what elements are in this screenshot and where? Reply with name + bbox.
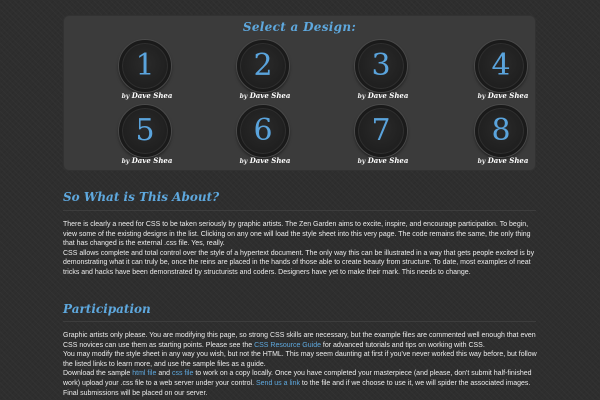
author-name[interactable]: Dave Shea — [132, 91, 173, 100]
send-us-a-link[interactable]: Send us a link — [256, 380, 300, 387]
participation-paragraph-3: Download the sample html file and css fi… — [63, 369, 543, 398]
design-tile-2[interactable]: 2 by Dave Shea — [216, 40, 300, 108]
participation-heading: Participation — [63, 302, 151, 316]
participation-divider — [63, 321, 536, 322]
participation-paragraph-1: Graphic artists only please. You are mod… — [63, 331, 543, 350]
design-author-credit: by Dave Shea — [98, 156, 196, 165]
design-tile-1[interactable]: 1 by Dave Shea — [98, 40, 182, 108]
design-author-credit: by Dave Shea — [98, 91, 196, 100]
by-label: by — [477, 93, 486, 100]
participation-text-segment: and — [156, 370, 172, 378]
css-file-link[interactable]: css file — [172, 370, 193, 377]
design-author-credit: by Dave Shea — [334, 156, 432, 165]
by-label: by — [239, 158, 248, 165]
design-selector-title: Select a Design: — [242, 20, 357, 34]
about-text: There is clearly a need for CSS to be ta… — [63, 220, 543, 278]
design-badge[interactable]: 6 — [237, 105, 289, 157]
design-author-credit: by Dave Shea — [454, 91, 552, 100]
about-paragraph-2: CSS allows complete and total control ov… — [63, 249, 535, 276]
by-label: by — [477, 158, 486, 165]
css-resource-guide-link[interactable]: CSS Resource Guide — [254, 342, 321, 349]
design-number: 4 — [491, 48, 511, 83]
design-tile-4[interactable]: 4 by Dave Shea — [454, 40, 538, 108]
design-author-credit: by Dave Shea — [334, 91, 432, 100]
design-tile-8[interactable]: 8 by Dave Shea — [454, 105, 538, 173]
design-tile-7[interactable]: 7 by Dave Shea — [334, 105, 418, 173]
design-number: 6 — [253, 113, 273, 148]
author-name[interactable]: Dave Shea — [250, 156, 291, 165]
design-badge[interactable]: 2 — [237, 40, 289, 92]
design-badge[interactable]: 8 — [475, 105, 527, 157]
design-author-credit: by Dave Shea — [216, 91, 314, 100]
design-number: 8 — [491, 113, 511, 148]
design-author-credit: by Dave Shea — [454, 156, 552, 165]
design-tile-5[interactable]: 5 by Dave Shea — [98, 105, 182, 173]
design-selector-panel: Select a Design: 1 by Dave Shea 2 by Dav… — [63, 15, 536, 171]
design-number: 3 — [371, 48, 391, 83]
by-label: by — [121, 93, 130, 100]
by-label: by — [357, 158, 366, 165]
design-badge[interactable]: 5 — [119, 105, 171, 157]
author-name[interactable]: Dave Shea — [368, 156, 409, 165]
design-tile-3[interactable]: 3 by Dave Shea — [334, 40, 418, 108]
design-number: 1 — [135, 48, 155, 83]
design-badge[interactable]: 1 — [119, 40, 171, 92]
design-number: 7 — [371, 113, 391, 148]
design-badge[interactable]: 3 — [355, 40, 407, 92]
author-name[interactable]: Dave Shea — [488, 91, 529, 100]
participation-text-segment: Download the sample — [63, 370, 133, 378]
author-name[interactable]: Dave Shea — [250, 91, 291, 100]
about-paragraph-1: There is clearly a need for CSS to be ta… — [63, 221, 531, 248]
author-name[interactable]: Dave Shea — [368, 91, 409, 100]
design-tile-6[interactable]: 6 by Dave Shea — [216, 105, 300, 173]
by-label: by — [357, 93, 366, 100]
participation-paragraph-2: You may modify the style sheet in any wa… — [63, 351, 537, 368]
about-heading: So What is This About? — [63, 190, 220, 204]
by-label: by — [121, 158, 130, 165]
participation-text-segment: for advanced tutorials and tips on worki… — [320, 341, 485, 349]
html-file-link[interactable]: html file — [132, 370, 156, 377]
about-divider — [63, 210, 536, 211]
by-label: by — [239, 93, 248, 100]
design-badge[interactable]: 7 — [355, 105, 407, 157]
design-number: 5 — [135, 113, 155, 148]
participation-text: Graphic artists only please. You are mod… — [63, 331, 543, 398]
design-badge[interactable]: 4 — [475, 40, 527, 92]
author-name[interactable]: Dave Shea — [132, 156, 173, 165]
author-name[interactable]: Dave Shea — [488, 156, 529, 165]
design-number: 2 — [253, 48, 273, 83]
design-author-credit: by Dave Shea — [216, 156, 314, 165]
